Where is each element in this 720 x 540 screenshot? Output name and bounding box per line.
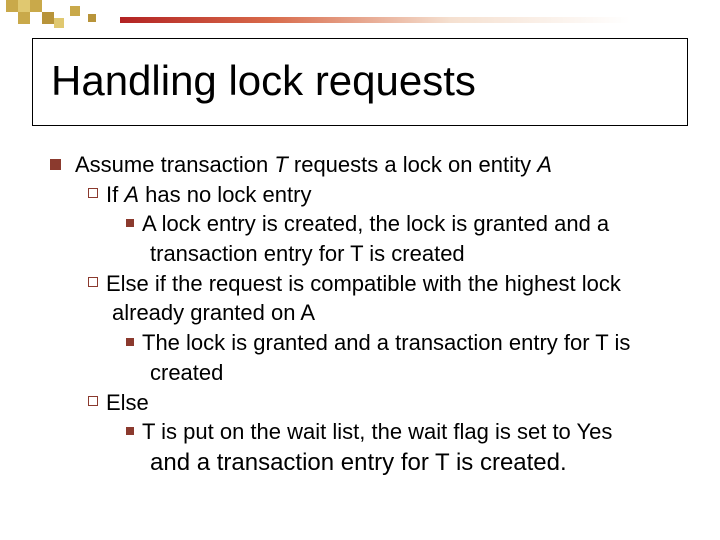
bullet-square-icon xyxy=(126,427,134,435)
bullet-level3: T is put on the wait list, the wait flag… xyxy=(126,417,680,447)
bullet-level2: Else if the request is compatible with t… xyxy=(88,269,680,299)
slide-title: Handling lock requests xyxy=(51,57,669,105)
bullet-text: Assume transaction T requests a lock on … xyxy=(75,150,552,180)
decorative-header xyxy=(0,0,720,30)
bullet-text: Else if the request is compatible with t… xyxy=(106,269,621,299)
bullet-outline-icon xyxy=(88,188,98,198)
bullet-outline-icon xyxy=(88,277,98,287)
title-box: Handling lock requests xyxy=(32,38,688,126)
bullet-outline-icon xyxy=(88,396,98,406)
bullet-text: A lock entry is created, the lock is gra… xyxy=(142,209,609,239)
bullet-level2: Else xyxy=(88,388,680,418)
bullet-square-icon xyxy=(50,159,61,170)
bullet-square-icon xyxy=(126,338,134,346)
bullet-text: Else xyxy=(106,388,149,418)
bullet-level3: A lock entry is created, the lock is gra… xyxy=(126,209,680,239)
bullet-level3: The lock is granted and a transaction en… xyxy=(126,328,680,358)
bullet-text-cont: transaction entry for T is created xyxy=(150,239,680,269)
bullet-level2: If A has no lock entry xyxy=(88,180,680,210)
bullet-text: If A has no lock entry xyxy=(106,180,311,210)
bullet-text-cont: already granted on A xyxy=(112,298,680,328)
bullet-text-final: and a transaction entry for T is created… xyxy=(150,447,680,479)
bullet-text: T is put on the wait list, the wait flag… xyxy=(142,417,612,447)
bullet-square-icon xyxy=(126,219,134,227)
bullet-level1: Assume transaction T requests a lock on … xyxy=(50,150,680,180)
bullet-text-cont: created xyxy=(150,358,680,388)
slide-content: Assume transaction T requests a lock on … xyxy=(50,150,680,479)
bullet-text: The lock is granted and a transaction en… xyxy=(142,328,630,358)
